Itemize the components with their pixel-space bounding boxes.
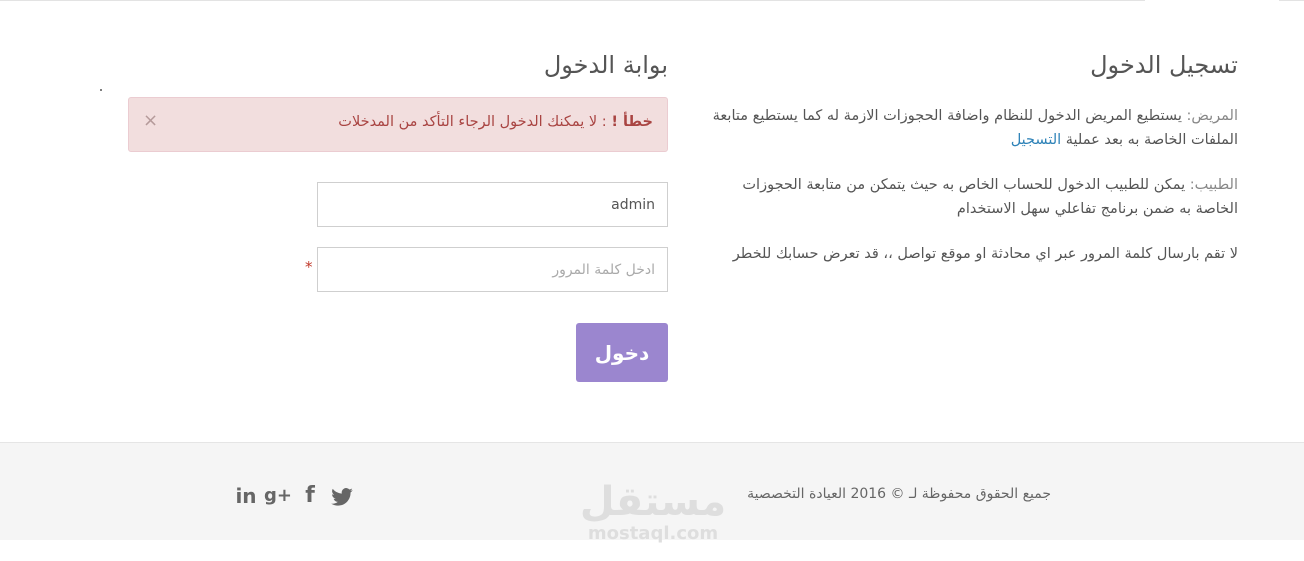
patient-paragraph: المريض: يستطيع المريض الدخول للنظام واضا… bbox=[700, 104, 1238, 152]
warning-paragraph: لا تقم بارسال كلمة المرور عبر اي محادثة … bbox=[732, 246, 1238, 262]
watermark-latin: mostaql.com bbox=[587, 523, 719, 544]
info-title: تسجيل الدخول bbox=[1090, 51, 1238, 79]
login-title: بوابة الدخول bbox=[543, 51, 668, 79]
linkedin-icon[interactable]: in bbox=[230, 483, 262, 509]
info-section: تسجيل الدخول المريض: يستطيع المريض الدخو… bbox=[700, 48, 1238, 287]
username-field-wrap bbox=[317, 182, 668, 227]
facebook-icon[interactable]: f bbox=[294, 483, 326, 509]
watermark: مستقل mostaql.com bbox=[578, 480, 728, 544]
google-plus-icon[interactable]: g+ bbox=[262, 483, 294, 509]
username-field[interactable] bbox=[318, 183, 667, 226]
top-divider bbox=[0, 0, 1145, 1]
doctor-label: الطبيب: bbox=[1189, 177, 1238, 193]
alert-message: خطأ ! : لا يمكنك الدخول الرجاء التأكد من… bbox=[338, 114, 653, 130]
stray-dot bbox=[100, 89, 102, 91]
close-icon[interactable]: × bbox=[143, 111, 158, 131]
top-divider-right bbox=[1279, 0, 1304, 1]
error-alert: خطأ ! : لا يمكنك الدخول الرجاء التأكد من… bbox=[128, 97, 668, 152]
register-link[interactable]: التسجيل bbox=[1011, 132, 1061, 148]
required-mark: * bbox=[305, 258, 313, 276]
twitter-icon[interactable] bbox=[326, 483, 358, 509]
social-links: in g+ f bbox=[230, 483, 358, 509]
password-field[interactable] bbox=[318, 248, 667, 291]
password-field-wrap bbox=[317, 247, 668, 292]
alert-strong: خطأ ! bbox=[611, 114, 653, 130]
patient-label: المريض: bbox=[1186, 108, 1238, 124]
watermark-arabic: مستقل bbox=[579, 479, 727, 525]
doctor-text: يمكن للطبيب الدخول للحساب الخاص به حيث ي… bbox=[742, 177, 1238, 217]
copyright-text: جميع الحقوق محفوظة لـ © 2016 العيادة الت… bbox=[747, 486, 1051, 502]
login-button[interactable]: دخول bbox=[576, 323, 668, 382]
alert-text: : لا يمكنك الدخول الرجاء التأكد من المدخ… bbox=[338, 114, 612, 130]
patient-text: يستطيع المريض الدخول للنظام واضافة الحجو… bbox=[712, 108, 1238, 148]
doctor-paragraph: الطبيب: يمكن للطبيب الدخول للحساب الخاص … bbox=[700, 173, 1238, 221]
login-section: بوابة الدخول bbox=[128, 48, 668, 82]
